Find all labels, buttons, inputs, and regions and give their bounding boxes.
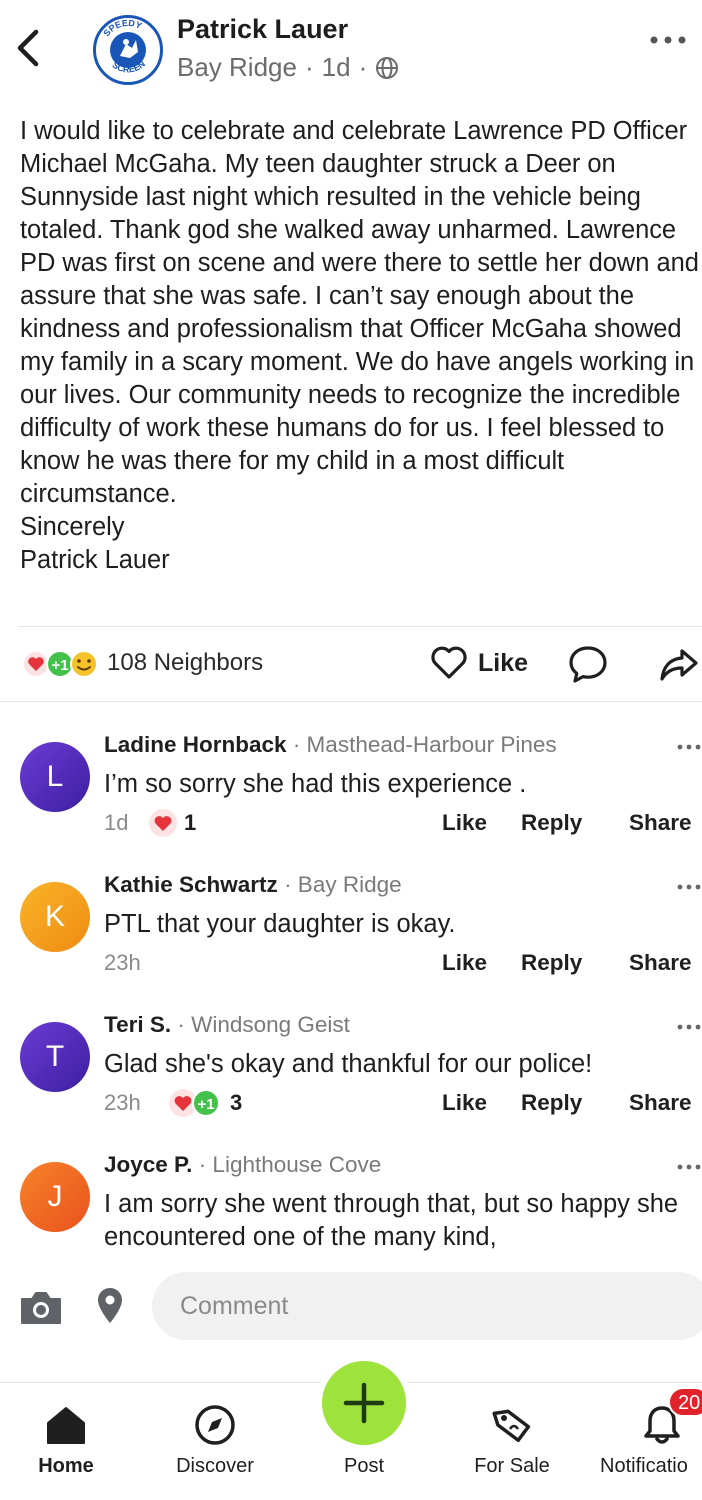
commenter-avatar[interactable]: K [20,882,90,952]
heart-reaction-icon [149,809,177,837]
author-avatar[interactable]: SPEEDY SCREEN [93,15,163,85]
nav-home-label: Home [38,1455,94,1477]
divider [18,626,702,627]
more-horizontal-icon [650,36,686,44]
comment-time: 23h [104,1090,141,1115]
commenter-avatar[interactable]: J [20,1162,90,1232]
nav-discover[interactable]: Discover [145,1383,285,1500]
comment-footer: 1d 1 Like Reply Share [104,808,702,840]
reaction-count[interactable]: 108 Neighbors [107,649,263,677]
heart-plus-one-reaction-icons: +1 [169,1089,220,1117]
nav-home[interactable]: Home [0,1383,136,1500]
location-pin-icon [98,1288,122,1323]
comment-reactions[interactable]: 1 [148,808,196,838]
commenter-name[interactable]: Kathie Schwartz [104,872,278,897]
bottom-navigation: Home Discover Post For Sale Notificatio [0,1361,702,1500]
comment-input[interactable] [152,1272,702,1340]
comment-item: K Kathie Schwartz · Bay Ridge PTL that y… [0,872,702,1012]
notification-badge: 20 [668,1387,702,1417]
nav-notifications-label: Notificatio [600,1455,688,1477]
post-more-button[interactable] [644,28,692,52]
post-fab-button[interactable] [322,1361,406,1445]
comment-header: Ladine Hornback · Masthead-Harbour Pines [104,732,557,758]
comment-reply-button[interactable]: Reply [521,1090,582,1116]
divider [0,701,702,702]
share-button[interactable] [658,643,700,685]
camera-icon [21,1292,61,1324]
meta-separator: · [358,52,368,82]
nav-for-sale[interactable]: For Sale [442,1383,582,1500]
comment-item: J Joyce P. · Lighthouse Cove I am sorry … [0,1152,702,1272]
more-horizontal-icon[interactable] [676,742,702,752]
comment-header: Kathie Schwartz · Bay Ridge [104,872,402,898]
camera-button[interactable] [18,1289,64,1327]
commenter-name[interactable]: Ladine Hornback [104,732,287,757]
author-neighborhood[interactable]: Bay Ridge [177,52,297,83]
plus-one-icon: +1 [197,1096,214,1113]
comment-share-button[interactable]: Share [629,1090,692,1116]
commenter-neighborhood: · Lighthouse Cove [198,1152,382,1177]
comment-button[interactable] [567,643,609,685]
post-age: 1d [321,52,351,82]
chevron-left-icon [17,29,39,67]
author-name[interactable]: Patrick Lauer [177,14,348,45]
comment-time: 23h [104,950,141,975]
comment-footer: 23h Like Reply Share [104,950,702,980]
like-button[interactable]: Like [430,643,528,683]
comment-footer: 23h +1 3 Like Reply Share [104,1088,702,1120]
comment-reactions[interactable]: +1 3 [168,1088,242,1118]
speedy-screen-logo: SPEEDY SCREEN [97,18,159,81]
post-header: SPEEDY SCREEN Patrick Lauer Bay Ridge · … [0,0,702,110]
nav-post-label: Post [343,1455,385,1477]
comment-time: 1d [104,810,129,835]
share-arrow-icon [660,649,698,681]
comment-reaction-count: 1 [184,810,197,835]
post-actions-bar: +1 108 Neighbors Like [0,635,702,691]
nav-post[interactable]: Post [294,1361,434,1500]
home-icon [47,1407,85,1444]
location-button[interactable] [95,1286,125,1326]
like-label: Like [478,648,529,677]
comment-like-button[interactable]: Like [442,1090,487,1116]
back-button[interactable] [10,24,46,72]
globe-icon [376,56,399,79]
meta-separator: · [304,52,314,82]
comment-like-button[interactable]: Like [442,810,487,836]
commenter-neighborhood: · Windsong Geist [177,1012,350,1037]
comment-text: PTL that your daughter is okay. [104,910,456,938]
comment-item: L Ladine Hornback · Masthead-Harbour Pin… [0,732,702,872]
commenter-name[interactable]: Joyce P. [104,1152,192,1177]
comment-share-button[interactable]: Share [629,950,692,976]
plus-icon [343,1382,385,1424]
comment-header: Teri S. · Windsong Geist [104,1012,350,1038]
more-horizontal-icon[interactable] [676,882,702,892]
commenter-name[interactable]: Teri S. [104,1012,171,1037]
comment-share-button[interactable]: Share [629,810,692,836]
comment-reply-button[interactable]: Reply [521,950,582,976]
comment-bubble-icon [569,646,607,683]
more-horizontal-icon[interactable] [676,1022,702,1032]
comment-like-button[interactable]: Like [442,950,487,976]
reaction-summary-icons[interactable]: +1 [20,649,104,679]
comment-reply-button[interactable]: Reply [521,810,582,836]
plus-one-icon: +1 [51,657,68,674]
comment-header: Joyce P. · Lighthouse Cove [104,1152,381,1178]
nav-for-sale-label: For Sale [474,1455,550,1477]
more-horizontal-icon[interactable] [676,1162,702,1172]
commenter-avatar[interactable]: L [20,742,90,812]
compass-icon [195,1405,235,1445]
comment-text: I am sorry she went through that, but so… [104,1190,679,1251]
heart-outline-icon [431,646,467,679]
commenter-neighborhood: · Masthead-Harbour Pines [292,732,557,757]
price-tag-icon [492,1409,531,1443]
comment-item: T Teri S. · Windsong Geist Glad she's ok… [0,1012,702,1152]
commenter-avatar[interactable]: T [20,1022,90,1092]
comment-text: Glad she's okay and thankful for our pol… [104,1050,593,1078]
nav-discover-label: Discover [176,1455,254,1477]
post-body: I would like to celebrate and celebrate … [20,117,699,574]
post-meta: Bay Ridge · 1d · [177,52,399,83]
comment-text: I’m so sorry she had this experience . [104,770,527,798]
commenter-neighborhood: · Bay Ridge [284,872,402,897]
comment-reaction-count: 3 [230,1090,243,1115]
